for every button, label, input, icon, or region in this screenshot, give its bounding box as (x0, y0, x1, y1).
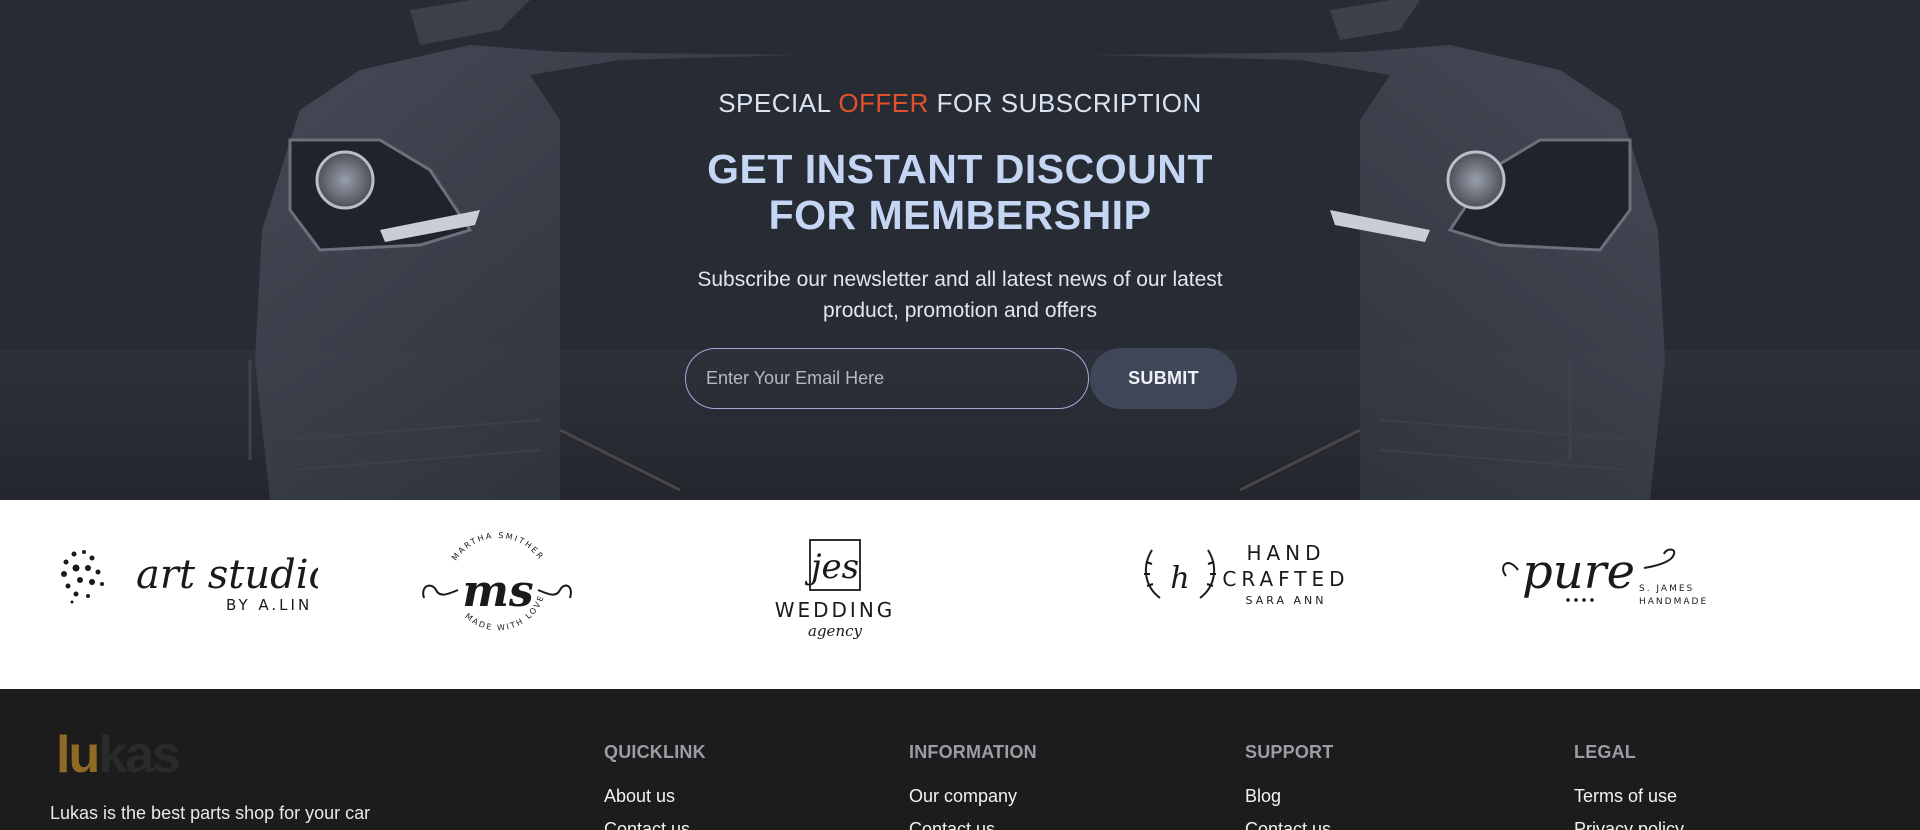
subscription-banner: SPECIAL OFFER FOR SUBSCRIPTION GET INSTA… (0, 0, 1920, 500)
brand-logo-hand-crafted: h HAND CRAFTED SARA ANN (1144, 541, 1348, 607)
brand-sub1: S. JAMES (1639, 584, 1694, 594)
footer-link-contact-us[interactable]: Contact us (909, 819, 1037, 830)
brand-sub: agency (808, 622, 862, 640)
footer-column-title: INFORMATION (909, 742, 1037, 762)
offer-suffix: FOR SUBSCRIPTION (936, 88, 1202, 118)
submit-button[interactable]: SUBMIT (1090, 348, 1237, 409)
footer-link-terms-of-use[interactable]: Terms of use (1574, 786, 1684, 807)
offer-accent: OFFER (838, 88, 929, 118)
brand-name: WEDDING (775, 598, 896, 622)
brand-logo-pure: pure S. JAMES HANDMADE (1502, 544, 1708, 607)
footer-link-blog[interactable]: Blog (1245, 786, 1333, 807)
footer-link-our-company[interactable]: Our company (909, 786, 1037, 807)
site-footer: lukas Lukas is the best parts shop for y… (0, 689, 1920, 830)
brand-sub: SARA ANN (1246, 594, 1327, 607)
offer-prefix: SPECIAL (718, 88, 831, 118)
subscribe-form: SUBMIT (685, 348, 1237, 409)
footer-tagline: Lukas is the best parts shop for your ca… (50, 803, 371, 823)
footer-logo[interactable]: lukas (56, 725, 181, 785)
brand-initials: jes (804, 547, 859, 587)
email-input[interactable] (685, 348, 1089, 409)
ring-text-top: MARTHA SMITHER (450, 531, 546, 562)
brand-initials: ms (462, 566, 533, 617)
footer-column-legal: LEGAL Terms of use Privacy policy (1574, 742, 1684, 830)
footer-column-title: LEGAL (1574, 742, 1636, 762)
brand-sub: BY A.LIN (226, 596, 312, 614)
brand-sub2: HANDMADE (1639, 597, 1708, 607)
footer-link-privacy-policy[interactable]: Privacy policy (1574, 819, 1684, 830)
dots-icon (61, 550, 104, 604)
brand-logo-jes-wedding: jes WEDDING agency (775, 539, 896, 640)
footer-column-support: SUPPORT Blog Contact us (1245, 742, 1333, 830)
brand-name: pure (1522, 544, 1635, 600)
footer-column-title: SUPPORT (1245, 742, 1334, 762)
brand-initials: h (1170, 561, 1189, 596)
footer-column-quicklink: QUICKLINK About us Contact us (604, 742, 706, 830)
offer-eyebrow: SPECIAL OFFER FOR SUBSCRIPTION (0, 88, 1920, 119)
page-headline: GET INSTANT DISCOUNT FOR MEMBERSHIP (707, 146, 1213, 238)
logo-part-first: lu (56, 726, 100, 784)
subscribe-description: Subscribe our newsletter and all latest … (697, 268, 1223, 322)
footer-column-information: INFORMATION Our company Contact us (909, 742, 1037, 830)
brand-logo-strip: art studio BY A.LIN MARTHA SMITHER MADE … (0, 500, 1920, 689)
brand-name: art studio (136, 552, 318, 598)
logo-part-rest: kas (98, 726, 181, 784)
footer-link-contact-us[interactable]: Contact us (1245, 819, 1333, 830)
brand-logo-ms: MARTHA SMITHER MADE WITH LOVE ms (422, 531, 572, 633)
brand-line2: CRAFTED (1222, 567, 1348, 591)
footer-column-title: QUICKLINK (604, 742, 706, 762)
brand-line1: HAND (1246, 541, 1325, 565)
footer-link-about-us[interactable]: About us (604, 786, 706, 807)
footer-link-contact-us[interactable]: Contact us (604, 819, 706, 830)
brand-logo-art-studio: art studio BY A.LIN (61, 550, 318, 614)
